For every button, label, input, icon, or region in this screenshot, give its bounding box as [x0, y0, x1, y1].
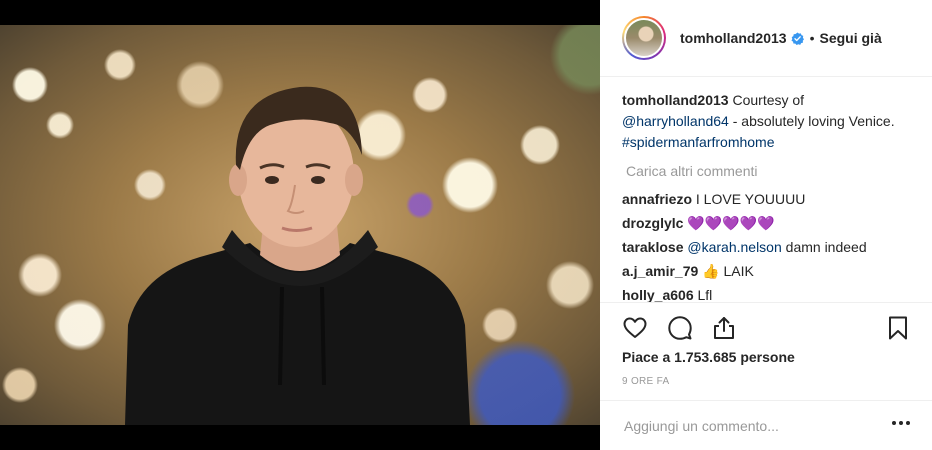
load-more-comments-button[interactable]: Carica altri commenti [626, 161, 912, 181]
comment-item: drozglylc 💜💜💜💜💜 [622, 213, 912, 233]
comment-text: I LOVE YOUUUU [695, 191, 806, 207]
share-icon[interactable] [711, 315, 737, 341]
comment-username[interactable]: annafriezo [622, 191, 692, 207]
heart-icon[interactable] [622, 315, 648, 341]
person-portrait [125, 86, 470, 425]
caption-text: Courtesy of [732, 92, 805, 108]
post-timestamp[interactable]: 9 ORE FA [622, 376, 669, 387]
author-username[interactable]: tomholland2013 [680, 30, 787, 46]
post-caption: tomholland2013 Courtesy of @harryholland… [622, 90, 912, 153]
comment-icon[interactable] [667, 315, 693, 341]
caption-mention-link[interactable]: @harryholland64 [622, 113, 729, 129]
comment-item: annafriezo I LOVE YOUUUU [622, 189, 912, 209]
post-side-panel: tomholland2013 • Segui già tomholland201… [600, 0, 932, 450]
separator-dot: • [809, 30, 815, 46]
comment-username[interactable]: drozglylc [622, 215, 683, 231]
post-photo[interactable] [0, 25, 600, 425]
photo-pane [0, 0, 600, 450]
comment-text: damn indeed [785, 239, 867, 255]
comment-text: Lfl [697, 287, 713, 303]
following-button[interactable]: Segui già [820, 30, 882, 46]
comment-username[interactable]: a.j_amir_79 [622, 263, 698, 279]
comments-list: tomholland2013 Courtesy of @harryholland… [622, 90, 912, 305]
caption-username[interactable]: tomholland2013 [622, 92, 729, 108]
more-options-icon[interactable] [892, 421, 910, 425]
add-comment-input[interactable] [624, 417, 874, 434]
add-comment-bar [600, 400, 932, 450]
comment-item: taraklose @karah.nelson damn indeed [622, 237, 912, 257]
bookmark-icon[interactable] [885, 315, 911, 341]
post-header: tomholland2013 • Segui già [600, 0, 932, 77]
avatar[interactable] [622, 16, 666, 60]
caption-text-2: - absolutely loving Venice. [732, 113, 895, 129]
comment-username[interactable]: holly_a606 [622, 287, 694, 303]
caption-hashtag-link[interactable]: #spidermanfarfromhome [622, 134, 775, 150]
action-bar [600, 302, 932, 350]
comment-mention-link[interactable]: @karah.nelson [687, 239, 781, 255]
comment-text: 💜💜💜💜💜 [687, 215, 775, 231]
comment-username[interactable]: taraklose [622, 239, 683, 255]
likes-count[interactable]: Piace a 1.753.685 persone [622, 349, 795, 365]
verified-badge-icon [791, 31, 804, 45]
comment-item: a.j_amir_79 👍 LAIK [622, 261, 912, 281]
avatar-image [624, 18, 664, 58]
comment-text: 👍 LAIK [702, 263, 754, 279]
